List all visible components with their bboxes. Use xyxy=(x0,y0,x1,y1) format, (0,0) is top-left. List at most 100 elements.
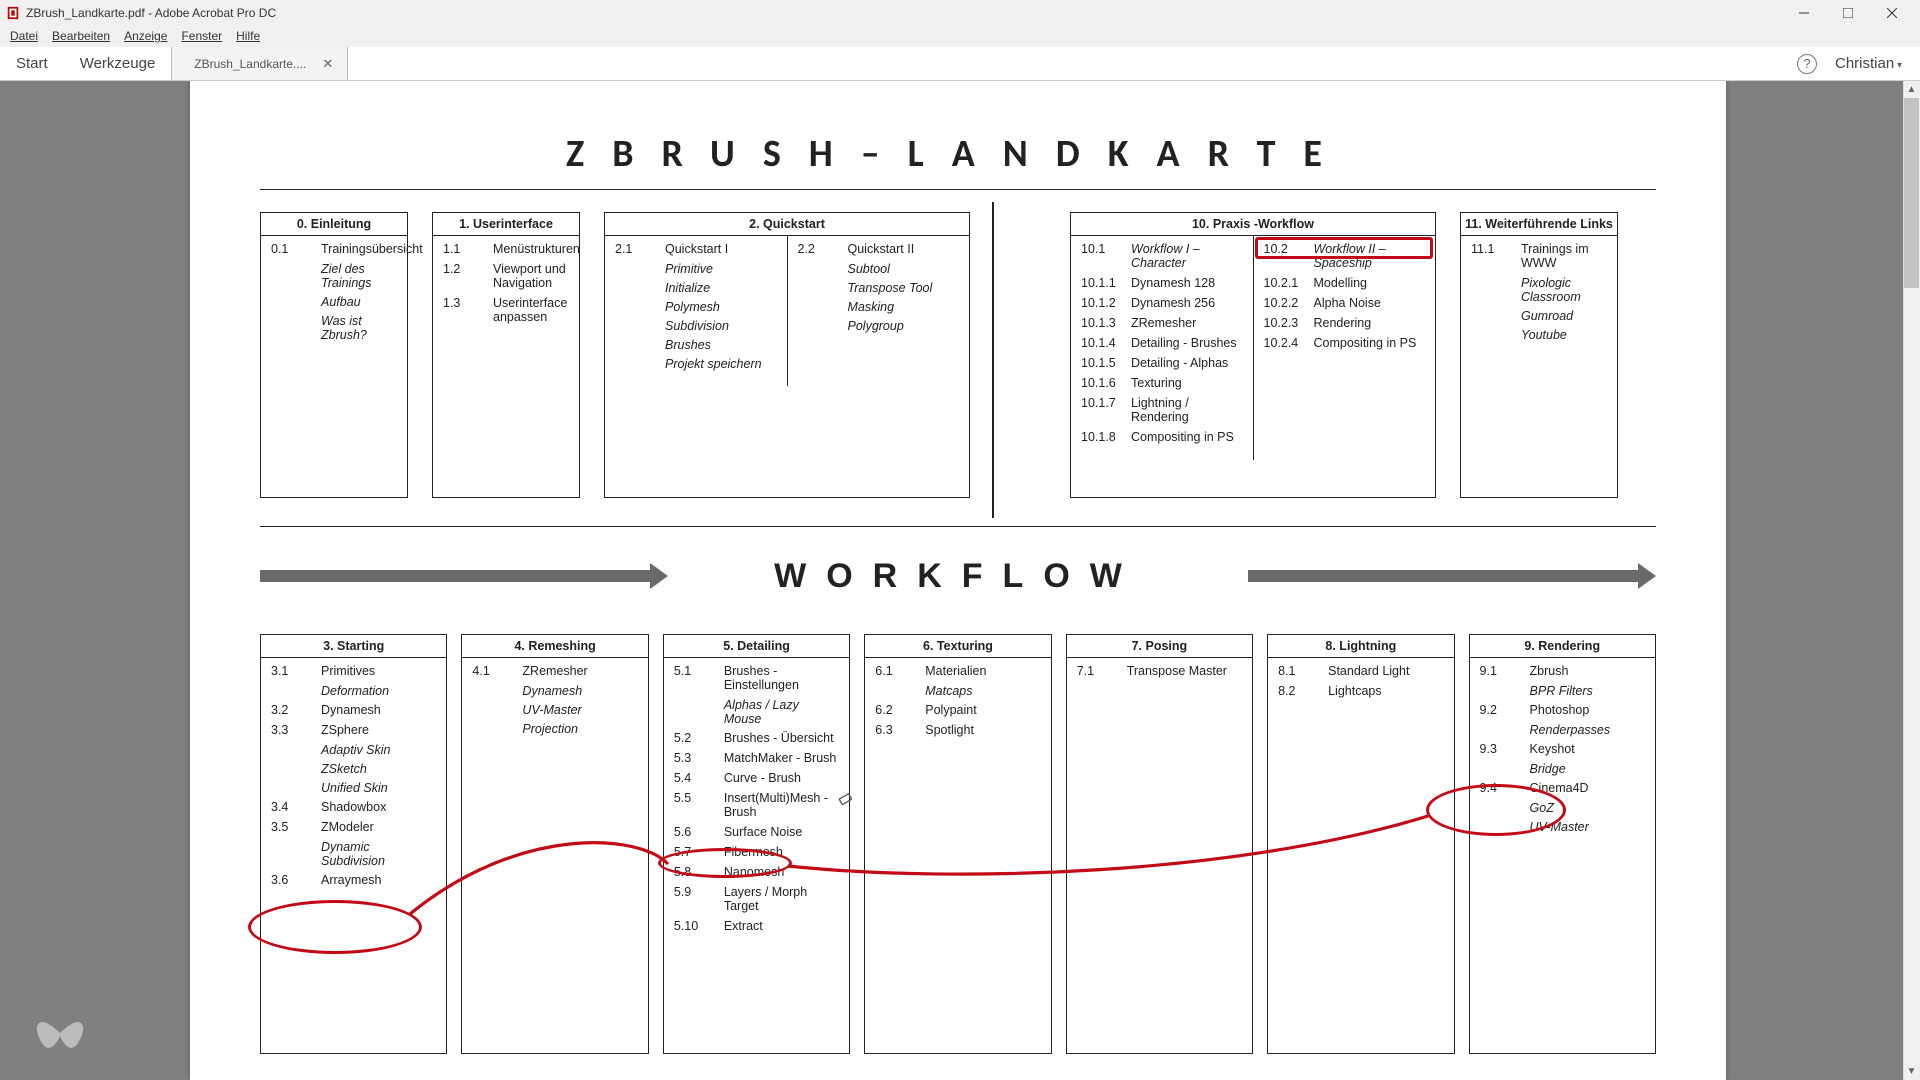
item-number: 7.1 xyxy=(1077,664,1117,678)
scroll-up-icon[interactable]: ▲ xyxy=(1903,81,1920,98)
acrobat-icon xyxy=(6,6,20,20)
menu-file[interactable]: Datei xyxy=(4,27,44,45)
box-10-praxis-workflow: 10. Praxis -Workflow 10.1Workflow I – Ch… xyxy=(1070,212,1436,498)
item-text: Extract xyxy=(724,919,763,933)
item-text: Quickstart II xyxy=(848,242,915,256)
list-item: 5.7Fibermesh xyxy=(674,845,839,859)
item-number: 6.1 xyxy=(875,664,915,678)
list-item: 6.2Polypaint xyxy=(875,703,1040,717)
list-item: 6.1 Materialien xyxy=(875,664,1040,678)
box-7-posing: 7. Posing7.1Transpose Master xyxy=(1066,634,1253,1054)
close-icon[interactable]: ✕ xyxy=(322,56,333,72)
list-item: 5.6Surface Noise xyxy=(674,825,839,839)
item-text: Quickstart I xyxy=(665,242,728,256)
item-text: Trainings im WWW xyxy=(1521,242,1607,270)
box-header: 8. Lightning xyxy=(1268,635,1453,658)
item-number: 5.9 xyxy=(674,885,714,913)
item-text: Keyshot xyxy=(1530,742,1575,756)
tab-tools[interactable]: Werkzeuge xyxy=(64,47,172,80)
window-close-button[interactable] xyxy=(1870,1,1914,25)
list-item: 1.1Menüstrukturen xyxy=(443,242,569,256)
item-number: 6.3 xyxy=(875,723,915,737)
item-text: Nanomesh xyxy=(724,865,784,879)
item-number: 3.1 xyxy=(271,664,311,678)
item-text: Insert(Multi)Mesh - Brush xyxy=(724,791,839,819)
item-text: Texturing xyxy=(1131,376,1182,390)
scroll-down-icon[interactable]: ▼ xyxy=(1903,1063,1920,1080)
box-header: 3. Starting xyxy=(261,635,446,658)
list-subitem: Gumroad xyxy=(1521,309,1607,323)
window-maximize-button[interactable] xyxy=(1826,1,1870,25)
item-number: 10.1.2 xyxy=(1081,296,1121,310)
item-number: 1.3 xyxy=(443,296,483,324)
item-number: 10.2.1 xyxy=(1264,276,1304,290)
box-4-remeshing: 4. Remeshing4.1ZRemesherDynameshUV-Maste… xyxy=(461,634,648,1054)
item-number: 9.3 xyxy=(1480,742,1520,756)
workflow-arrows xyxy=(260,602,1656,616)
scrollbar-thumb[interactable] xyxy=(1904,98,1919,288)
box-header: 2. Quickstart xyxy=(605,213,969,236)
menu-window[interactable]: Fenster xyxy=(175,27,228,45)
list-subitem: Dynamesh xyxy=(522,684,637,698)
list-subitem: Primitive xyxy=(665,262,777,276)
list-item: 10.1.6Texturing xyxy=(1081,376,1243,390)
menu-view[interactable]: Anzeige xyxy=(118,27,173,45)
list-item: 3.4Shadowbox xyxy=(271,800,436,814)
item-number: 11.1 xyxy=(1471,242,1511,270)
list-item: 5.8Nanomesh xyxy=(674,865,839,879)
vertical-scrollbar[interactable]: ▲ ▼ xyxy=(1903,81,1920,1080)
item-number: 9.2 xyxy=(1480,703,1520,717)
list-subitem: Masking xyxy=(848,300,960,314)
list-subitem: Transpose Tool xyxy=(848,281,960,295)
workflow-section: 3. Starting3.1PrimitivesDeformation3.2Dy… xyxy=(260,634,1656,1054)
item-number: 2.1 xyxy=(615,242,655,256)
help-icon[interactable]: ? xyxy=(1797,54,1817,74)
list-item: 5.10Extract xyxy=(674,919,839,933)
item-number: 10.1.8 xyxy=(1081,430,1121,444)
item-text: Zbrush xyxy=(1530,664,1569,678)
item-text: Dynamesh 256 xyxy=(1131,296,1215,310)
box-header: 1. Userinterface xyxy=(433,213,579,236)
item-text: Curve - Brush xyxy=(724,771,801,785)
list-subitem: UV-Master xyxy=(522,703,637,717)
item-number: 10.2.4 xyxy=(1264,336,1304,350)
item-text: Dynamesh xyxy=(321,703,381,717)
box-header: 0. Einleitung xyxy=(261,213,407,236)
list-item: 3.5ZModeler xyxy=(271,820,436,834)
list-subitem: Youtube xyxy=(1521,328,1607,342)
list-item: 0.1Trainingsübersicht xyxy=(271,242,397,256)
menu-help[interactable]: Hilfe xyxy=(230,27,266,45)
page-title: ZBRUSH–LANDKARTE xyxy=(260,131,1656,177)
item-text: Shadowbox xyxy=(321,800,386,814)
list-item: 5.2Brushes - Übersicht xyxy=(674,731,839,745)
item-number: 5.7 xyxy=(674,845,714,859)
list-subitem: Aufbau xyxy=(321,295,397,309)
item-number: 5.3 xyxy=(674,751,714,765)
box-header: 7. Posing xyxy=(1067,635,1252,658)
item-number: 10.1.4 xyxy=(1081,336,1121,350)
item-number: 3.2 xyxy=(271,703,311,717)
list-item: 8.1Standard Light xyxy=(1278,664,1443,678)
menu-edit[interactable]: Bearbeiten xyxy=(46,27,116,45)
window-minimize-button[interactable] xyxy=(1782,1,1826,25)
vertical-divider xyxy=(992,202,994,518)
list-item: 10.1.4Detailing - Brushes xyxy=(1081,336,1243,350)
list-item: 2.2Quickstart II xyxy=(798,242,960,256)
item-number: 6.2 xyxy=(875,703,915,717)
item-text: Workflow II – Spaceship xyxy=(1314,242,1426,270)
list-item: 3.3ZSphere xyxy=(271,723,436,737)
tab-start[interactable]: Start xyxy=(0,47,64,80)
list-item: 10.1.8Compositing in PS xyxy=(1081,430,1243,444)
user-menu[interactable]: Christian xyxy=(1835,55,1902,72)
list-item: 1.3Userinterface anpassen xyxy=(443,296,569,324)
item-text: Brushes - Einstellungen xyxy=(724,664,839,692)
divider xyxy=(260,189,1656,190)
document-viewport[interactable]: ZBRUSH–LANDKARTE 0. Einleitung 0.1Traini… xyxy=(0,81,1920,1080)
list-subitem: Dynamic Subdivision xyxy=(321,840,436,868)
list-subitem: Projection xyxy=(522,722,637,736)
item-number: 4.1 xyxy=(472,664,512,678)
item-text: Materialien xyxy=(925,664,986,678)
document-tab[interactable]: ZBrush_Landkarte.... ✕ xyxy=(171,47,348,80)
arrow-right-icon xyxy=(1248,570,1638,582)
list-item: 11.1 Trainings im WWW xyxy=(1471,242,1607,270)
